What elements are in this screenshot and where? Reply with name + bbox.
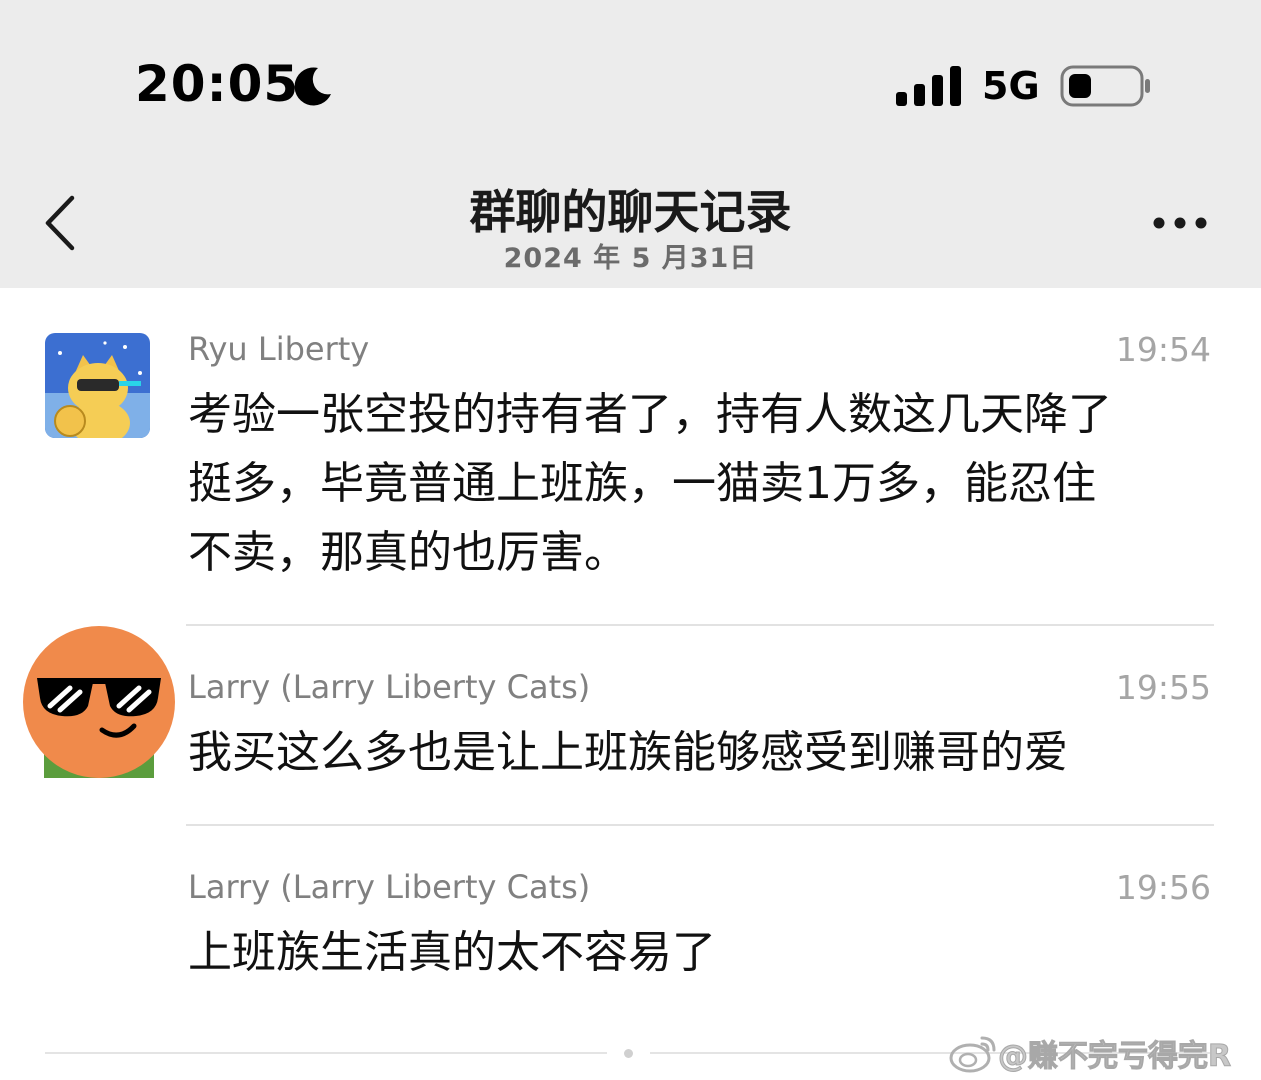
more-dots-icon[interactable]	[1148, 212, 1212, 234]
moon-icon	[294, 67, 331, 106]
weibo-logo-icon	[949, 1036, 996, 1073]
message-line: 不卖，那真的也厉害。	[188, 527, 628, 578]
network-type: 5G	[982, 64, 1040, 108]
sender-name: Larry (Larry Liberty Cats)	[188, 668, 591, 706]
signal-icon	[896, 66, 961, 106]
message-time: 19:54	[1115, 330, 1211, 369]
watermark: @赚不完亏得完R	[948, 1030, 1253, 1076]
footer-dot	[624, 1049, 633, 1058]
divider	[186, 624, 1214, 626]
message-time: 19:56	[1115, 868, 1211, 907]
message-line: 我买这么多也是让上班族能够感受到赚哥的爱	[188, 727, 1068, 778]
message-line: 考验一张空投的持有者了，持有人数这几天降了	[188, 389, 1112, 440]
page-subtitle-date: 2024 年 5 月31日	[503, 243, 758, 274]
message-line: 挺多，毕竟普通上班族，一猫卖1万多，能忍住	[188, 458, 1096, 509]
message-time: 19:55	[1115, 668, 1211, 707]
footer-line-left	[45, 1052, 607, 1054]
avatar-larry[interactable]	[22, 626, 176, 780]
message-text: 我买这么多也是让上班族能够感受到赚哥的爱	[188, 718, 1218, 787]
header: 20:05 5G 群聊的聊天记录 2024 年 5 月31日	[0, 0, 1261, 288]
message-line: 上班族生活真的太不容易了	[188, 927, 716, 978]
page-title: 群聊的聊天记录	[469, 185, 792, 239]
status-time: 20:05	[135, 55, 300, 113]
sender-name: Ryu Liberty	[188, 330, 370, 368]
avatar-ryu-liberty[interactable]	[45, 333, 150, 438]
watermark-text: @赚不完亏得完R	[997, 1039, 1232, 1075]
battery-icon	[1060, 65, 1150, 107]
message-text: 上班族生活真的太不容易了	[188, 918, 1218, 987]
sender-name: Larry (Larry Liberty Cats)	[188, 868, 591, 906]
divider	[186, 824, 1214, 826]
message-text: 考验一张空投的持有者了，持有人数这几天降了 挺多，毕竟普通上班族，一猫卖1万多，…	[188, 380, 1218, 587]
